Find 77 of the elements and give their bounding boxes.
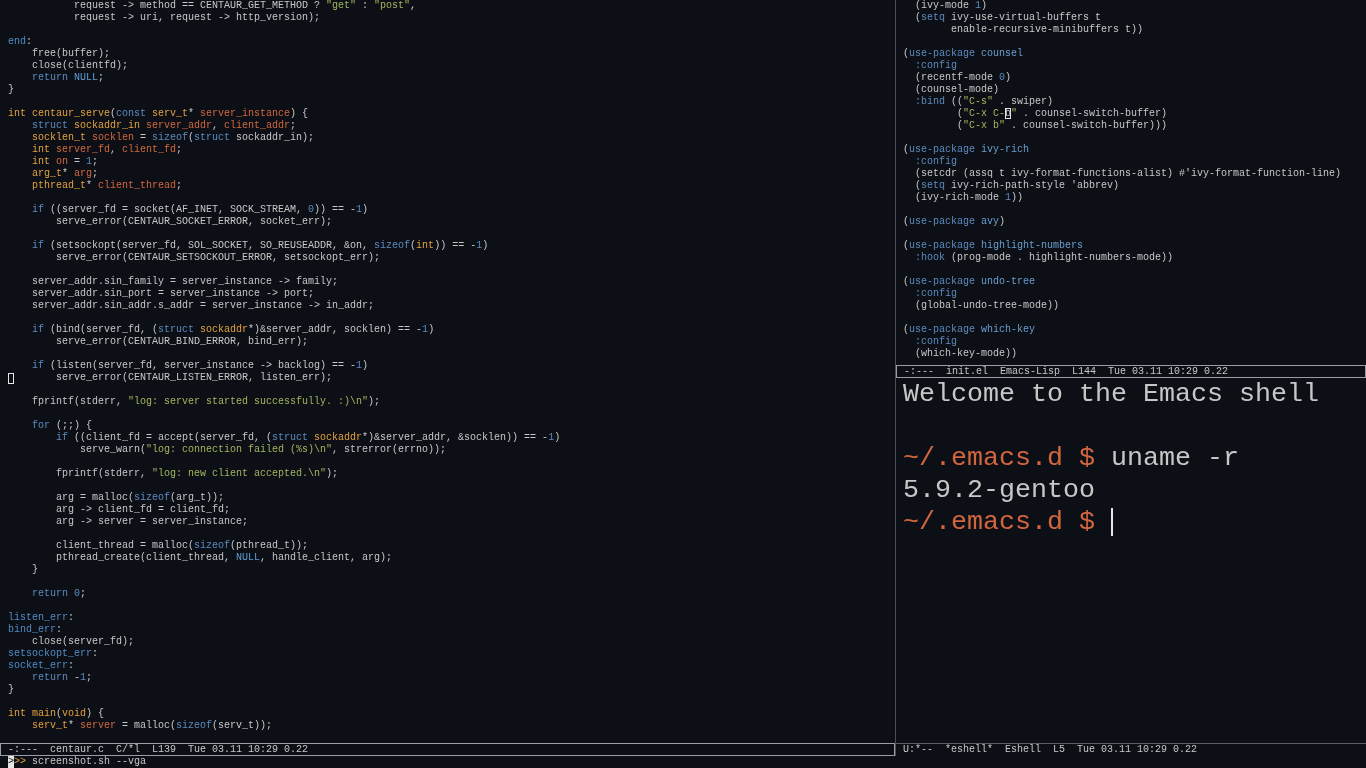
- code-line: (which-key-mode)): [914, 348, 1018, 360]
- code-line: if (setsockopt(server_fd, SOL_SOCKET, SO_REUSEADDR, &on, sizeof(int)) == -1): [31, 240, 489, 252]
- code-line: fprintf(stderr, "log: new client accepted.\n");: [55, 468, 339, 480]
- mode-line: U:*-- *eshell* Eshell L5 Tue 03.11 10:29 0.22: [896, 743, 1366, 756]
- code-line: ("C-x C-b" . counsel-switch-buffer): [956, 108, 1168, 120]
- code-line: serve_error(CENTAUR_BIND_ERROR, bind_err);: [55, 336, 309, 348]
- code-line: (use-package highlight-numbers: [903, 240, 1084, 252]
- code-line: server_addr.sin_family = server_instance -> family;: [31, 276, 339, 288]
- code-line: (global-undo-tree-mode)): [914, 300, 1060, 312]
- code-line: free(buffer);: [31, 48, 111, 60]
- code-line: bind_err:: [8, 624, 63, 636]
- code-line: for (;;) {: [31, 420, 93, 432]
- code-line: close(clientfd);: [31, 60, 129, 72]
- code-line: pthread_t* client_thread;: [31, 180, 183, 192]
- code-line: fprintf(stderr, "log: server started successfully. :)\n");: [31, 396, 381, 408]
- code-line: ("C-x b" . counsel-switch-buffer))): [956, 120, 1168, 132]
- code-line: if (bind(server_fd, (struct sockaddr*)&server_addr, socklen) == -1): [31, 324, 435, 336]
- code-line: :hook (prog-mode . highlight-numbers-mode)): [914, 252, 1174, 264]
- code-line: (use-package avy): [903, 216, 1006, 228]
- code-line: (counsel-mode): [914, 84, 999, 96]
- code-line: :config: [914, 288, 957, 300]
- code-line: arg -> server = server_instance;: [55, 516, 249, 528]
- code-line: close(server_fd);: [31, 636, 135, 648]
- code-line: (use-package ivy-rich: [903, 144, 1030, 156]
- code-line: client_thread = malloc(sizeof(pthread_t));: [55, 540, 309, 552]
- code-line: (setq ivy-rich-path-style 'abbrev): [914, 180, 1120, 192]
- code-line: listen_err:: [8, 612, 75, 624]
- code-line: pthread_create(client_thread, NULL, handle_client, arg);: [55, 552, 393, 564]
- code-line: (use-package undo-tree: [903, 276, 1036, 288]
- code-line: arg = malloc(sizeof(arg_t));: [55, 492, 225, 504]
- code-line: }: [8, 684, 14, 696]
- code-line: return NULL;: [31, 72, 105, 84]
- code-line: request -> uri, request -> http_version);: [73, 12, 321, 24]
- text-cursor-icon: [1110, 508, 1113, 536]
- code-line: socket_err:: [8, 660, 75, 672]
- code-line: serve_error(CENTAUR_LISTEN_ERROR, listen_err);: [55, 372, 333, 384]
- code-line: int on = 1;: [31, 156, 99, 168]
- code-line: serve_error(CENTAUR_SOCKET_ERROR, socket_err);: [55, 216, 333, 228]
- code-line: }: [8, 84, 14, 96]
- code-line: (ivy-rich-mode 1)): [914, 192, 1024, 204]
- code-line: (use-package which-key: [903, 324, 1036, 336]
- code-line: int centaur_serve(const serv_t* server_instance) {: [8, 108, 309, 120]
- code-line: if ((client_fd = accept(server_fd, (struct sockaddr*)&server_addr, &socklen)) == -1): [55, 432, 561, 444]
- code-line: enable-recursive-minibuffers t)): [950, 24, 1144, 36]
- code-line: if ((server_fd = socket(AF_INET, SOCK_STREAM, 0)) == -1): [31, 204, 369, 216]
- code-line: arg -> client_fd = client_fd;: [55, 504, 231, 516]
- code-line: :bind (("C-s" . swiper): [914, 96, 1054, 108]
- code-line: socklen_t socklen = sizeof(struct sockaddr_in);: [31, 132, 315, 144]
- code-line: server_addr.sin_port = server_instance -> port;: [31, 288, 315, 300]
- code-line: (use-package counsel: [903, 48, 1024, 60]
- shell-line: Welcome to the Emacs shell: [903, 378, 1319, 410]
- code-line: (setq ivy-use-virtual-buffers t: [914, 12, 1102, 24]
- code-line: serve_error(CENTAUR_SETSOCKOUT_ERROR, setsockopt_err);: [55, 252, 381, 264]
- cursor-icon: [8, 372, 14, 384]
- code-line: if (listen(server_fd, server_instance -> backlog) == -1): [31, 360, 369, 372]
- shell-line: ~/.emacs.d $ uname -r: [903, 442, 1239, 474]
- code-line: (ivy-mode 1): [914, 0, 988, 12]
- code-line: serv_t* server = malloc(sizeof(serv_t));: [31, 720, 273, 732]
- code-line: server_addr.sin_addr.s_addr = server_instance -> in_addr;: [31, 300, 375, 312]
- code-line: serve_warn("log: connection failed (%s)\n", strerror(errno));: [79, 444, 447, 456]
- code-line: struct sockaddr_in server_addr, client_addr;: [31, 120, 297, 132]
- shell-line: 5.9.2-gentoo: [903, 474, 1095, 506]
- code-line: }: [31, 564, 38, 576]
- code-line: (setcdr (assq t ivy-format-functions-alist) #'ivy-format-function-line): [914, 168, 1342, 180]
- code-line: (recentf-mode 0): [914, 72, 1012, 84]
- code-line: setsockopt_err:: [8, 648, 99, 660]
- code-line: int main(void) {: [8, 708, 105, 720]
- shell-line: ~/.emacs.d $: [903, 506, 1095, 538]
- code-line: :config: [914, 60, 957, 72]
- code-line: arg_t* arg;: [31, 168, 99, 180]
- code-line: :config: [914, 156, 957, 168]
- code-line: request -> method == CENTAUR_GET_METHOD ? "get" : "post",: [73, 0, 417, 12]
- code-line: return -1;: [31, 672, 93, 684]
- code-line: int server_fd, client_fd;: [31, 144, 183, 156]
- code-line: :config: [914, 336, 957, 348]
- code-line: return 0;: [31, 588, 87, 600]
- code-line: end:: [8, 36, 33, 48]
